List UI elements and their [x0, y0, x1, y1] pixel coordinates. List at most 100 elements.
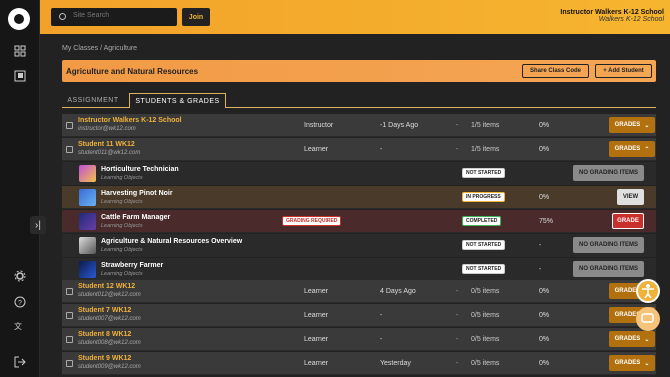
student-email: student009@wk12.com — [78, 364, 141, 370]
learning-object-row: Horticulture Technician Learning Objects… — [62, 162, 656, 185]
status-badge: COMPLETED — [462, 216, 502, 226]
learning-object-row: Agriculture & Natural Resources Overview… — [62, 234, 656, 257]
student-name[interactable]: Student 9 WK12 — [78, 355, 131, 362]
last-active: Yesterday — [380, 360, 411, 367]
join-button[interactable]: Join — [182, 8, 210, 26]
status-badge: NOT STARTED — [462, 240, 506, 250]
help-icon[interactable]: ? — [12, 294, 28, 310]
student-email: student012@wk12.com — [78, 292, 141, 298]
share-class-code-button[interactable]: Share Class Code — [522, 64, 589, 78]
tab-students-grades[interactable]: STUDENTS & GRADES — [129, 93, 226, 108]
lo-type: Learning Objects — [101, 175, 143, 181]
search-input[interactable]: Site Search — [51, 8, 177, 26]
items-count: 0/5 items — [471, 312, 500, 319]
no-grading-items-button[interactable]: NO GRADING ITEMS — [573, 261, 644, 277]
collapse-sidebar-icon[interactable]: ›| — [30, 216, 46, 234]
student-name[interactable]: Student 11 WK12 — [78, 141, 135, 148]
lo-name: Strawberry Farmer — [101, 262, 164, 269]
view-button[interactable]: VIEW — [617, 189, 644, 205]
separator: - — [456, 288, 459, 295]
dashboard-icon[interactable] — [12, 43, 28, 59]
lo-type: Learning Objects — [101, 223, 143, 229]
row-checkbox[interactable] — [66, 146, 73, 153]
table-row: Student 8 WK12 student008@wk12.com Learn… — [62, 328, 656, 351]
items-count: 1/5 items — [471, 146, 500, 153]
row-checkbox[interactable] — [66, 312, 73, 319]
no-grading-items-button[interactable]: NO GRADING ITEMS — [573, 237, 644, 253]
last-active: - — [380, 312, 383, 319]
items-count: 0/5 items — [471, 288, 500, 295]
separator: - — [456, 146, 459, 153]
table-row: Student 7 WK12 student007@wk12.com Learn… — [62, 304, 656, 327]
grades-button[interactable]: GRADES⌄ — [609, 355, 655, 371]
no-grading-items-button[interactable]: NO GRADING ITEMS — [573, 165, 644, 181]
grades-button[interactable]: GRADES⌄ — [609, 331, 655, 347]
svg-text:文: 文 — [14, 321, 22, 331]
table-row: Student 9 WK12 student009@wk12.com Learn… — [62, 352, 656, 375]
items-count: 0/5 items — [471, 360, 500, 367]
row-checkbox[interactable] — [66, 360, 73, 367]
grade-percent: 0% — [539, 122, 550, 129]
logo[interactable] — [8, 8, 30, 30]
language-icon[interactable]: 文 — [12, 319, 28, 335]
student-name[interactable]: Student 12 WK12 — [78, 283, 135, 290]
role: Instructor — [304, 122, 334, 129]
row-checkbox[interactable] — [66, 288, 73, 295]
add-student-button[interactable]: + Add Student — [595, 64, 652, 78]
class-banner: Agriculture and Natural Resources Share … — [62, 60, 656, 82]
library-icon[interactable] — [12, 68, 28, 84]
sidebar: ? 文 — [0, 0, 40, 377]
role: Learner — [304, 146, 329, 153]
thumbnail — [79, 237, 96, 254]
breadcrumb[interactable]: My Classes / Agriculture — [62, 45, 137, 52]
student-email: instructor@wk12.com — [78, 126, 136, 132]
student-name[interactable]: Student 8 WK12 — [78, 331, 131, 338]
accessibility-icon — [642, 284, 654, 299]
chat-icon — [641, 313, 654, 323]
grades-button[interactable]: GRADES⌄ — [609, 117, 655, 133]
learning-object-row: Strawberry Farmer Learning Objects NOT S… — [62, 258, 656, 281]
grades-label: GRADES — [614, 146, 641, 152]
student-email: student007@wk12.com — [78, 316, 141, 322]
lo-type: Learning Objects — [101, 199, 143, 205]
table-row: Student 12 WK12 student012@wk12.com Lear… — [62, 280, 656, 303]
status-badge: NOT STARTED — [462, 168, 506, 178]
lo-type: Learning Objects — [101, 271, 143, 277]
thumbnail — [79, 213, 96, 230]
grades-label: GRADES — [614, 360, 641, 366]
tab-assignment[interactable]: ASSIGNMENT — [62, 93, 124, 108]
student-name[interactable]: Student 7 WK12 — [78, 307, 131, 314]
row-checkbox[interactable] — [66, 336, 73, 343]
grade-button[interactable]: GRADE — [612, 213, 644, 229]
lo-name: Cattle Farm Manager — [101, 214, 171, 221]
settings-icon[interactable] — [12, 268, 28, 284]
last-active: - — [380, 336, 383, 343]
grades-label: GRADES — [614, 122, 641, 128]
topbar: Site Search Join Instructor Walkers K-12… — [40, 0, 670, 34]
logout-icon[interactable] — [12, 354, 28, 370]
class-title: Agriculture and Natural Resources — [66, 67, 199, 76]
lo-name: Harvesting Pinot Noir — [101, 190, 173, 197]
account-info[interactable]: Instructor Walkers K-12 School Walkers K… — [560, 9, 664, 23]
grades-button[interactable]: GRADES ⌃ — [609, 141, 655, 157]
chevron-down-icon: ⌄ — [644, 122, 650, 129]
chat-button[interactable] — [636, 307, 660, 331]
role: Learner — [304, 336, 329, 343]
items-count: 0/5 items — [471, 336, 500, 343]
school-name: Instructor Walkers K-12 School — [560, 9, 664, 16]
row-checkbox[interactable] — [66, 122, 73, 129]
search-icon — [59, 13, 66, 20]
accessibility-button[interactable] — [636, 279, 660, 303]
separator: - — [456, 122, 459, 129]
student-name[interactable]: Instructor Walkers K-12 School — [78, 117, 182, 124]
last-active: - — [380, 146, 383, 153]
svg-text:?: ? — [18, 300, 22, 307]
table-row: Instructor Walkers K-12 School instructo… — [62, 114, 656, 137]
last-active: 4 Days Ago — [380, 288, 416, 295]
tabs: ASSIGNMENT STUDENTS & GRADES — [62, 93, 656, 108]
thumbnail — [79, 165, 96, 182]
student-email: student008@wk12.com — [78, 340, 141, 346]
school-sub: Walkers K-12 School — [598, 16, 664, 23]
items-count: 1/5 items — [471, 122, 500, 129]
thumbnail — [79, 189, 96, 206]
